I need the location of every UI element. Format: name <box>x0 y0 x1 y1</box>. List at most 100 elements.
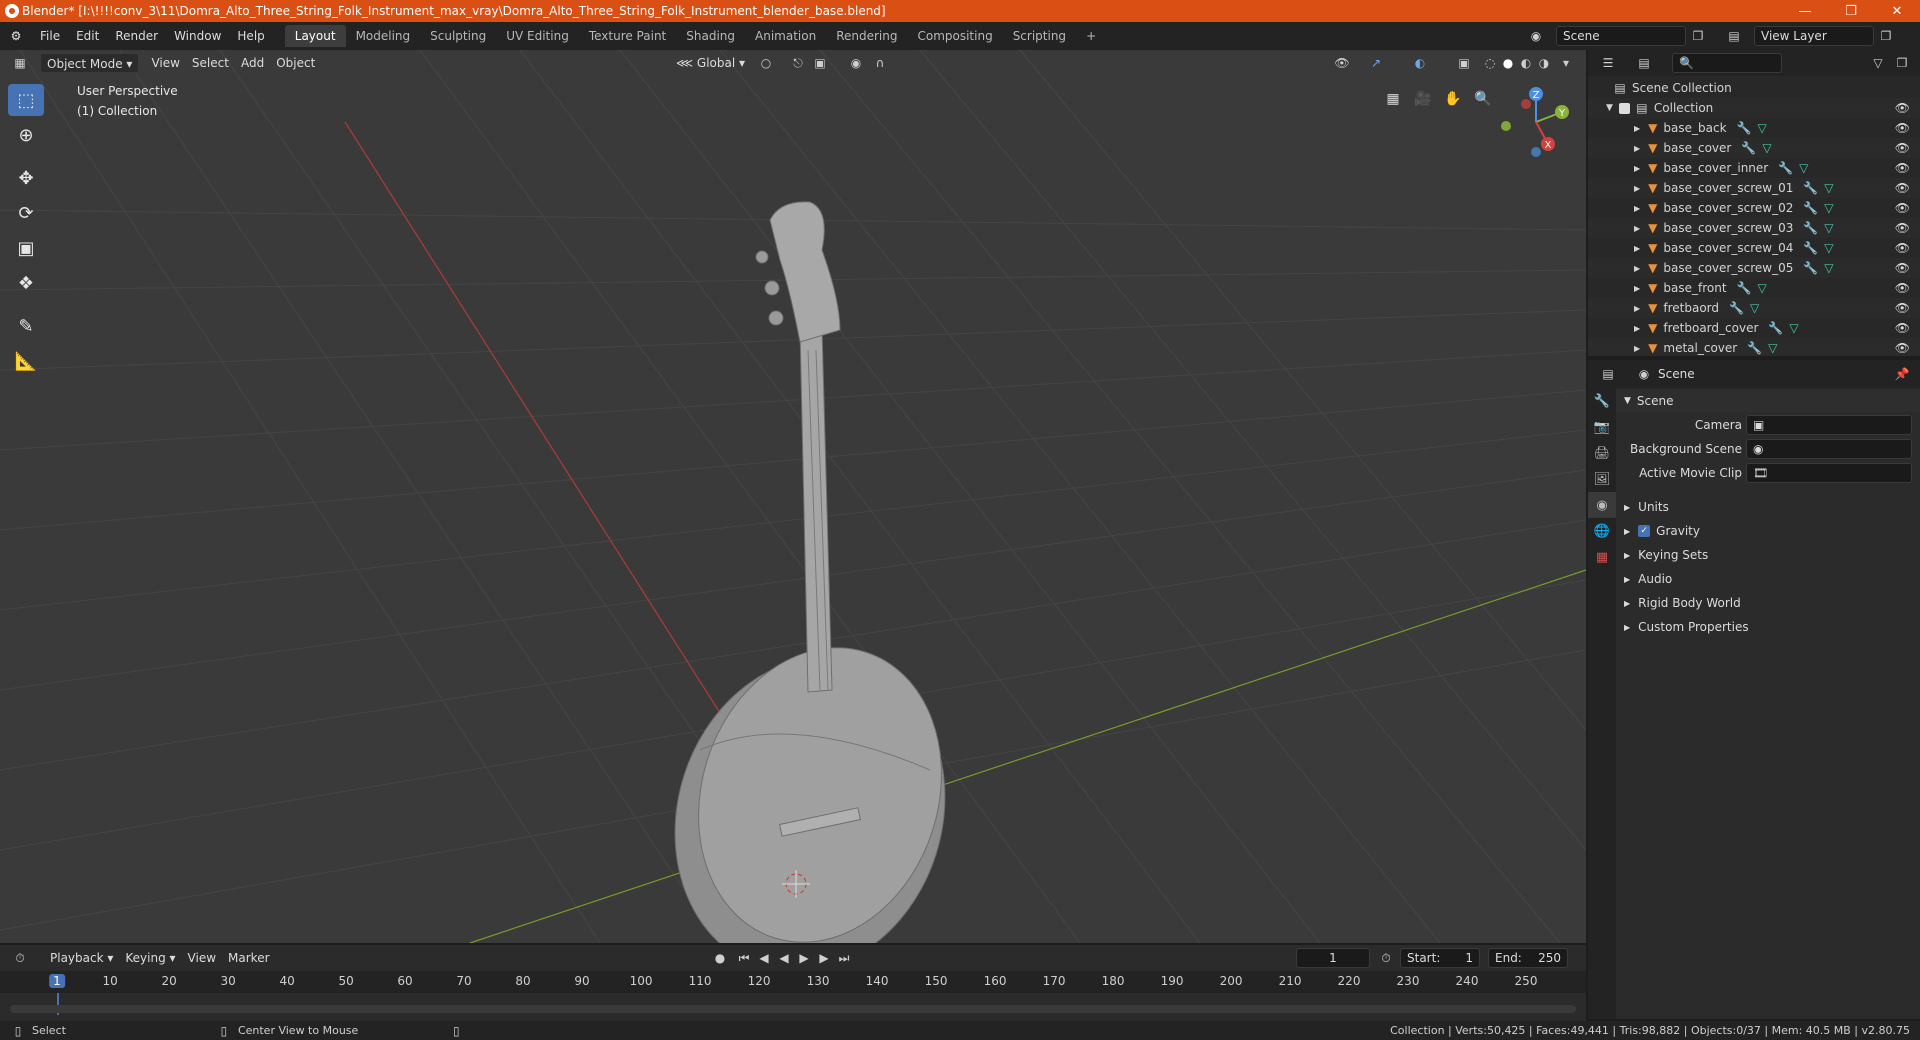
object-mode-dropdown[interactable]: Object Mode ▾ <box>40 53 140 73</box>
timeline-menu-view[interactable]: View <box>182 948 222 968</box>
menu-edit[interactable]: Edit <box>68 25 107 47</box>
viewport-menu-view[interactable]: View <box>145 53 185 73</box>
modifier-icon[interactable]: 🔧 <box>1741 141 1756 155</box>
active-movie-clip-field[interactable]: 🎞 <box>1746 463 1912 483</box>
expand-arrow-icon[interactable]: ▶ <box>1634 164 1640 173</box>
close-button[interactable]: ✕ <box>1874 0 1920 22</box>
outliner-object-row[interactable]: ▶ ▼ base_cover 🔧 ▽ 👁 <box>1588 138 1920 158</box>
new-collection-icon[interactable]: ❐ <box>1894 55 1910 71</box>
expand-arrow-icon[interactable]: ▶ <box>1634 324 1640 333</box>
menu-help[interactable]: Help <box>229 25 272 47</box>
scene-panel-header[interactable]: ▼ Scene <box>1616 390 1920 412</box>
falloff-icon[interactable]: ∩ <box>872 55 888 71</box>
collapse-arrow-icon[interactable]: ▼ <box>1606 103 1613 113</box>
tool-tab-icon[interactable]: 🔧 <box>1588 388 1616 414</box>
view-layer-selector[interactable]: View Layer <box>1754 26 1874 46</box>
select-box-tool-icon[interactable]: ⬚ <box>8 84 44 116</box>
modifier-icon[interactable]: 🔧 <box>1747 341 1762 355</box>
xray-toggle-icon[interactable]: ▣ <box>1456 55 1472 71</box>
zoom-view-icon[interactable]: 🔍 <box>1470 86 1496 112</box>
mesh-data-icon[interactable]: ▽ <box>1758 281 1767 295</box>
timeline-editor-type-icon[interactable]: ⏱ <box>12 950 28 966</box>
navigation-gizmo[interactable]: Z Y X <box>1496 82 1576 162</box>
background-scene-field[interactable]: ◉ <box>1746 439 1912 459</box>
eye-icon[interactable]: 👁 <box>1895 241 1910 255</box>
gravity-checkbox[interactable]: ✓ <box>1638 525 1651 537</box>
3d-viewport[interactable]: ▦ Object Mode ▾ View Select Add Object ⋘… <box>0 50 1586 943</box>
play-icon[interactable]: ▶ <box>796 950 812 966</box>
expand-arrow-icon[interactable]: ▶ <box>1634 224 1640 233</box>
rotate-tool-icon[interactable]: ⟳ <box>8 197 44 229</box>
visibility-icon[interactable]: 👁 <box>1334 55 1350 71</box>
eye-icon[interactable]: 👁 <box>1895 341 1910 355</box>
eye-icon[interactable]: 👁 <box>1895 281 1910 295</box>
camera-view-icon[interactable]: 🎥 <box>1410 86 1436 112</box>
properties-subpanel-header[interactable]: ▶ Custom Properties <box>1616 616 1920 638</box>
outliner-object-row[interactable]: ▶ ▼ base_cover_screw_05 🔧 ▽ 👁 <box>1588 258 1920 278</box>
material-shading-icon[interactable]: ◐ <box>1518 55 1534 71</box>
mesh-data-icon[interactable]: ▽ <box>1768 341 1777 355</box>
annotate-tool-icon[interactable]: ✎ <box>8 310 44 342</box>
current-frame-field[interactable]: 1 <box>1296 948 1370 968</box>
filter-icon[interactable]: ▽ <box>1870 55 1886 71</box>
outliner-object-row[interactable]: ▶ ▼ base_cover_screw_02 🔧 ▽ 👁 <box>1588 198 1920 218</box>
eye-icon[interactable]: 👁 <box>1895 221 1910 235</box>
mesh-data-icon[interactable]: ▽ <box>1789 321 1798 335</box>
overlay-toggle-icon[interactable]: ◐ <box>1412 55 1428 71</box>
workspace-tab-layout[interactable]: Layout <box>284 25 346 47</box>
properties-subpanel-header[interactable]: ▶ Audio <box>1616 568 1920 590</box>
eye-icon[interactable]: 👁 <box>1895 301 1910 315</box>
snap-target-icon[interactable]: ▣ <box>812 55 828 71</box>
expand-arrow-icon[interactable]: ▶ <box>1634 244 1640 253</box>
mesh-data-icon[interactable]: ▽ <box>1824 261 1833 275</box>
eye-icon[interactable]: 👁 <box>1895 181 1910 195</box>
mesh-data-icon[interactable]: ▽ <box>1824 221 1833 235</box>
record-icon[interactable]: ● <box>712 950 728 966</box>
outliner-object-row[interactable]: ▶ ▼ base_front 🔧 ▽ 👁 <box>1588 278 1920 298</box>
new-scene-icon[interactable]: ❐ <box>1690 28 1706 44</box>
workspace-tab-shading[interactable]: Shading <box>676 25 745 47</box>
menu-window[interactable]: Window <box>166 25 229 47</box>
proportional-edit-icon[interactable]: ◉ <box>848 55 864 71</box>
properties-subpanel-header[interactable]: ▶ ✓ Gravity <box>1616 520 1920 542</box>
mesh-data-icon[interactable]: ▽ <box>1824 181 1833 195</box>
workspace-tab-animation[interactable]: Animation <box>745 25 826 47</box>
mesh-data-icon[interactable]: ▽ <box>1824 201 1833 215</box>
expand-arrow-icon[interactable]: ▶ <box>1634 304 1640 313</box>
timeline-ruler[interactable]: 1 10 20 30 40 50 60 70 80 90 100 110 120 130 140 150 160… <box>0 971 1586 993</box>
modifier-icon[interactable]: 🔧 <box>1803 181 1818 195</box>
world-tab-icon[interactable]: 🌐 <box>1588 518 1616 544</box>
new-view-layer-icon[interactable]: ❐ <box>1878 28 1894 44</box>
outliner-object-row[interactable]: ▶ ▼ base_cover_screw_04 🔧 ▽ 👁 <box>1588 238 1920 258</box>
properties-subpanel-header[interactable]: ▶ Keying Sets <box>1616 544 1920 566</box>
preview-range-icon[interactable]: ⏱ <box>1378 950 1394 966</box>
output-tab-icon[interactable]: 🖨 <box>1588 440 1616 466</box>
pan-view-icon[interactable]: ✋ <box>1440 86 1466 112</box>
texture-tab-icon[interactable]: ▦ <box>1588 544 1616 570</box>
outliner-editor-type-icon[interactable]: ☰ <box>1600 55 1616 71</box>
view-layer-tab-icon[interactable]: 🖼 <box>1588 466 1616 492</box>
expand-arrow-icon[interactable]: ▶ <box>1634 284 1640 293</box>
cursor-tool-icon[interactable]: ⊕ <box>8 119 44 151</box>
viewport-menu-add[interactable]: Add <box>235 53 270 73</box>
rendered-shading-icon[interactable]: ◑ <box>1536 55 1552 71</box>
mesh-data-icon[interactable]: ▽ <box>1757 121 1766 135</box>
eye-icon[interactable]: 👁 <box>1895 321 1910 335</box>
expand-arrow-icon[interactable]: ▶ <box>1634 204 1640 213</box>
outliner-object-row[interactable]: ▶ ▼ fretbaord 🔧 ▽ 👁 <box>1588 298 1920 318</box>
blender-menu-icon[interactable]: ⚙ <box>8 28 24 44</box>
jump-end-icon[interactable]: ⏭ <box>836 950 852 966</box>
viewport-menu-select[interactable]: Select <box>186 53 235 73</box>
timeline-scrollbar[interactable] <box>10 1005 1576 1013</box>
render-tab-icon[interactable]: 📷 <box>1588 414 1616 440</box>
outliner-scene-collection[interactable]: ▤ Scene Collection <box>1588 78 1920 98</box>
pivot-point-icon[interactable]: ○ <box>758 55 774 71</box>
eye-icon[interactable]: 👁 <box>1895 161 1910 175</box>
outliner-object-row[interactable]: ▶ ▼ fretboard_cover 🔧 ▽ 👁 <box>1588 318 1920 338</box>
gizmo-toggle-icon[interactable]: ↗ <box>1368 55 1384 71</box>
expand-arrow-icon[interactable]: ▶ <box>1634 344 1640 353</box>
snap-icon[interactable]: ⎋ <box>790 55 806 71</box>
eye-icon[interactable]: 👁 <box>1895 141 1910 155</box>
timeline-menu-playback[interactable]: Playback ▾ <box>44 948 119 968</box>
workspace-tab-sculpting[interactable]: Sculpting <box>420 25 496 47</box>
